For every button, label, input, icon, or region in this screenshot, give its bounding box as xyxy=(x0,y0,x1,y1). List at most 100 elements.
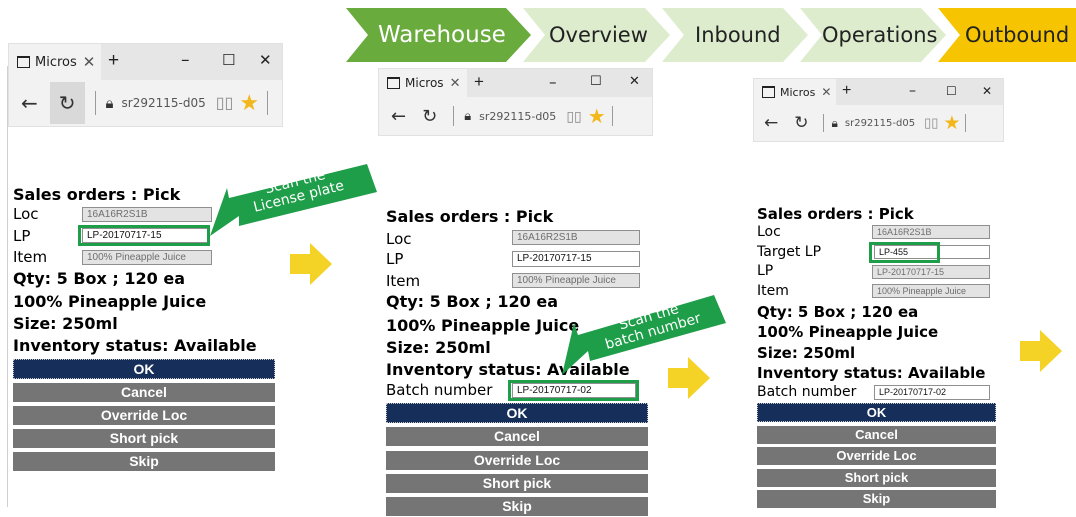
address-bar-url[interactable]: sr292115-d05 xyxy=(845,118,915,129)
lp-field[interactable]: LP-20170717-15 xyxy=(512,251,640,267)
product-name: 100% Pineapple Juice xyxy=(757,323,939,341)
lp-label: LP xyxy=(757,263,774,279)
reading-view-icon[interactable]: ▯▯ xyxy=(924,115,938,131)
ok-button[interactable]: OK xyxy=(757,403,996,422)
divider xyxy=(822,114,824,132)
lp-field-highlight xyxy=(78,225,210,246)
favorite-star-icon[interactable]: ★ xyxy=(239,90,259,116)
loc-field[interactable]: 16A16R2S1B xyxy=(872,225,990,239)
process-step-label: Warehouse xyxy=(378,22,506,48)
short-pick-button[interactable]: Short pick xyxy=(13,429,275,448)
cancel-button[interactable]: Cancel xyxy=(13,383,275,402)
close-window-icon[interactable]: ✕ xyxy=(629,74,640,89)
item-label: Item xyxy=(757,283,789,299)
lock-icon: 🔒︎ xyxy=(105,94,114,112)
ok-button[interactable]: OK xyxy=(386,403,648,423)
batch-number-label: Batch number xyxy=(386,381,493,399)
plus-icon[interactable]: + xyxy=(474,72,484,92)
cancel-button[interactable]: Cancel xyxy=(757,426,996,444)
product-name: 100% Pineapple Juice xyxy=(13,292,207,311)
maximize-icon[interactable]: ☐ xyxy=(222,51,235,69)
short-pick-button[interactable]: Short pick xyxy=(757,469,996,487)
back-icon[interactable]: ← xyxy=(21,91,38,115)
process-step-operations[interactable]: Operations xyxy=(800,8,946,62)
loc-field[interactable]: 16A16R2S1B xyxy=(512,230,640,245)
back-icon[interactable]: ← xyxy=(391,106,406,127)
ok-button[interactable]: OK xyxy=(13,359,275,379)
item-label: Item xyxy=(386,272,421,290)
close-icon[interactable]: ✕ xyxy=(450,75,461,91)
reading-view-icon[interactable]: ▯▯ xyxy=(216,93,234,113)
flow-arrow-right-icon xyxy=(668,357,710,399)
reload-icon[interactable]: ↻ xyxy=(794,113,808,133)
maximize-icon[interactable]: ☐ xyxy=(946,84,957,98)
process-step-label: Outbound xyxy=(965,23,1070,47)
lp-label: LP xyxy=(386,250,404,268)
nav-bar: ← ↻ 🔒︎ sr292115-d05 ▯▯ ★ xyxy=(379,97,652,135)
back-icon[interactable]: ← xyxy=(764,113,778,133)
form-title: Sales orders : Pick xyxy=(13,185,181,204)
favorite-star-icon[interactable]: ★ xyxy=(943,112,960,135)
close-icon[interactable]: ✕ xyxy=(821,85,831,99)
qty-text: Qty: 5 Box ; 120 ea xyxy=(13,269,186,288)
browser-tab[interactable]: Micros ✕ xyxy=(9,44,101,80)
item-field[interactable]: 100% Pineapple Juice xyxy=(82,250,212,265)
divider xyxy=(965,114,967,132)
item-field[interactable]: 100% Pineapple Juice xyxy=(512,273,640,288)
close-window-icon[interactable]: ✕ xyxy=(259,51,272,69)
process-step-outbound[interactable]: Outbound xyxy=(938,8,1076,62)
lp-field[interactable]: LP-20170717-15 xyxy=(872,265,990,279)
address-bar-url[interactable]: sr292115-d05 xyxy=(122,96,206,110)
plus-icon[interactable]: + xyxy=(842,82,851,100)
minimize-icon[interactable]: – xyxy=(909,83,916,99)
process-step-label: Operations xyxy=(822,23,938,47)
override-loc-button[interactable]: Override Loc xyxy=(757,447,996,465)
override-loc-button[interactable]: Override Loc xyxy=(13,406,275,425)
browser-window-1: Micros ✕ + – ☐ ✕ ← ↻ 🔒︎ sr292115-d05 ▯▯ … xyxy=(8,43,283,127)
minimize-icon[interactable]: – xyxy=(549,73,557,91)
item-field[interactable]: 100% Pineapple Juice xyxy=(872,284,990,298)
reading-view-icon[interactable]: ▯▯ xyxy=(566,108,581,125)
batch-number-field[interactable]: LP-20170717-02 xyxy=(874,385,990,400)
lp-label: LP xyxy=(13,227,31,245)
address-bar-url[interactable]: sr292115-d05 xyxy=(479,110,556,123)
tab-icon xyxy=(17,56,30,68)
divider xyxy=(267,91,269,115)
divider xyxy=(453,106,455,126)
size-text: Size: 250ml xyxy=(13,314,118,333)
tab-icon xyxy=(762,86,775,98)
flow-arrow-right-icon xyxy=(290,243,332,285)
inventory-status: Inventory status: Available xyxy=(757,364,986,382)
browser-window-3: Micros ✕ + – ☐ ✕ ← ↻ 🔒︎ sr292115-d05 ▯▯ … xyxy=(753,78,1004,142)
left-border xyxy=(7,66,8,507)
process-step-inbound[interactable]: Inbound xyxy=(662,8,808,62)
plus-icon[interactable]: + xyxy=(108,50,119,72)
browser-tab[interactable]: Micros ✕ xyxy=(379,69,467,97)
close-window-icon[interactable]: ✕ xyxy=(982,84,992,98)
browser-tab[interactable]: Micros ✕ xyxy=(754,79,836,105)
reload-icon[interactable]: ↻ xyxy=(49,82,85,124)
skip-button[interactable]: Skip xyxy=(13,452,275,471)
process-step-label: Overview xyxy=(549,23,648,47)
minimize-icon[interactable]: – xyxy=(181,50,190,70)
maximize-icon[interactable]: ☐ xyxy=(590,74,602,89)
batch-number-label: Batch number xyxy=(757,384,857,400)
divider xyxy=(94,91,96,115)
favorite-star-icon[interactable]: ★ xyxy=(588,104,606,129)
tab-title: Micros xyxy=(35,54,77,70)
skip-button[interactable]: Skip xyxy=(757,490,996,508)
loc-field[interactable]: 16A16R2S1B xyxy=(82,207,212,222)
process-step-overview[interactable]: Overview xyxy=(523,8,670,62)
skip-button[interactable]: Skip xyxy=(386,497,648,516)
target-lp-label: Target LP xyxy=(757,244,822,260)
cancel-button[interactable]: Cancel xyxy=(386,427,648,446)
batch-field-highlight xyxy=(508,380,639,401)
override-loc-button[interactable]: Override Loc xyxy=(386,451,648,470)
loc-label: Loc xyxy=(386,230,412,248)
size-text: Size: 250ml xyxy=(757,344,856,362)
process-step-warehouse[interactable]: Warehouse xyxy=(346,8,531,62)
close-icon[interactable]: ✕ xyxy=(83,53,96,71)
loc-label: Loc xyxy=(13,205,39,223)
short-pick-button[interactable]: Short pick xyxy=(386,474,648,493)
reload-icon[interactable]: ↻ xyxy=(422,106,437,127)
